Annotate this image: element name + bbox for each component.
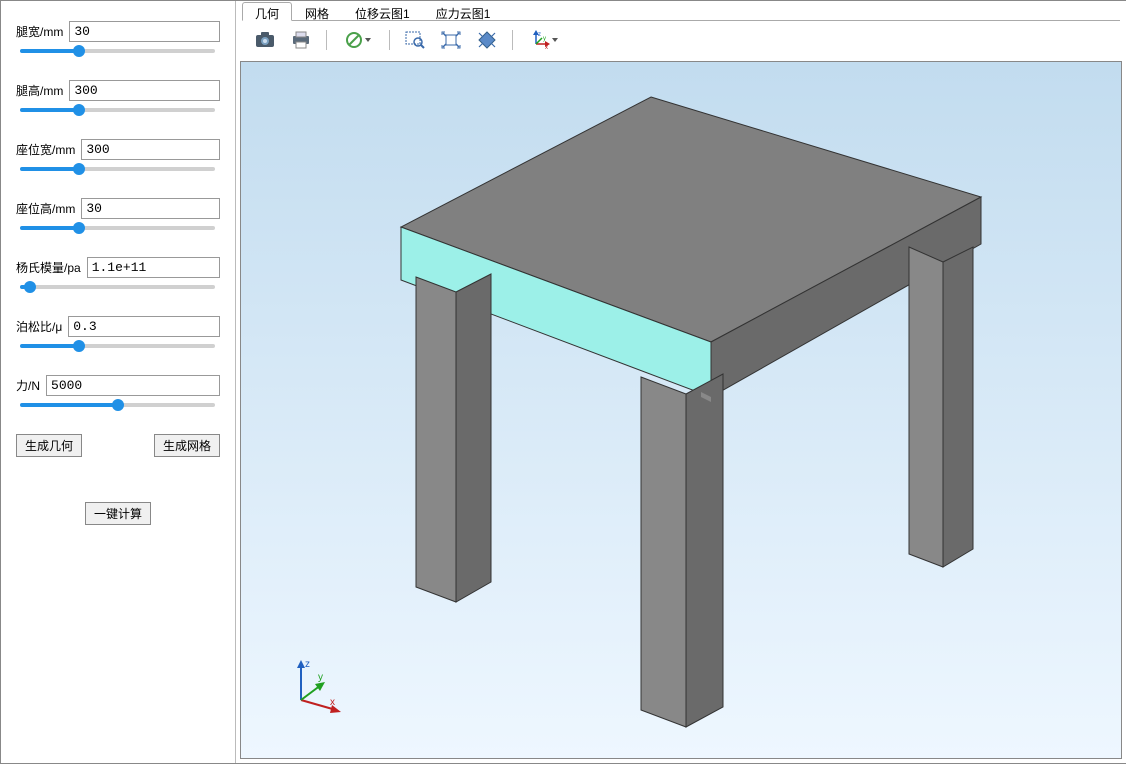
young-modulus-slider[interactable] (20, 280, 215, 294)
tab-geometry[interactable]: 几何 (242, 2, 292, 21)
seat-height-slider[interactable] (20, 221, 215, 235)
leg-height-slider[interactable] (20, 103, 215, 117)
zoom-select-icon[interactable] (472, 27, 502, 53)
tab-bar: 几何 网格 位移云图1 应力云图1 (242, 1, 1120, 21)
young-modulus-label: 杨氏模量/pa (16, 259, 81, 276)
seat-width-input[interactable] (81, 139, 220, 160)
generate-geometry-button[interactable]: 生成几何 (16, 434, 82, 457)
leg-height-label: 腿高/mm (16, 82, 63, 99)
viewport-3d[interactable]: z x y (240, 61, 1122, 759)
tab-displacement[interactable]: 位移云图1 (342, 2, 423, 21)
compute-button[interactable]: 一键计算 (85, 502, 151, 525)
leg-width-slider[interactable] (20, 44, 215, 58)
young-modulus-input[interactable] (87, 257, 220, 278)
toolbar: zyx (242, 23, 1120, 57)
leg-width-label: 腿宽/mm (16, 23, 63, 40)
poisson-ratio-label: 泊松比/μ (16, 318, 62, 335)
seat-width-slider[interactable] (20, 162, 215, 176)
axis-z-label: z (305, 659, 310, 670)
axis-x-label: x (330, 697, 335, 708)
chevron-down-icon (552, 38, 558, 42)
tab-mesh[interactable]: 网格 (292, 2, 342, 21)
zoom-extent-icon[interactable] (436, 27, 466, 53)
leg-width-input[interactable] (69, 21, 220, 42)
axes-indicator: z x y (286, 655, 346, 718)
leg-height-input[interactable] (69, 80, 220, 101)
screenshot-icon[interactable] (250, 27, 280, 53)
svg-text:y: y (543, 36, 546, 42)
svg-text:x: x (545, 45, 548, 50)
seat-height-input[interactable] (81, 198, 220, 219)
tab-stress[interactable]: 应力云图1 (423, 2, 504, 21)
generate-mesh-button[interactable]: 生成网格 (154, 434, 220, 457)
seat-height-label: 座位高/mm (16, 200, 75, 217)
print-icon[interactable] (286, 27, 316, 53)
geometry-model (241, 62, 1121, 752)
poisson-ratio-slider[interactable] (20, 339, 215, 353)
axis-y-label: y (318, 672, 323, 683)
svg-text:z: z (538, 32, 541, 38)
chevron-down-icon (365, 38, 371, 42)
parameter-sidebar: 腿宽/mm 腿高/mm 座位宽/mm 座位高/mm 杨氏模量/pa 泊松比/μ … (1, 1, 236, 763)
disable-icon[interactable] (337, 27, 379, 53)
seat-width-label: 座位宽/mm (16, 141, 75, 158)
axes-icon[interactable]: zyx (523, 27, 565, 53)
zoom-window-icon[interactable] (400, 27, 430, 53)
force-slider[interactable] (20, 398, 215, 412)
main-panel: 几何 网格 位移云图1 应力云图1 zyx (236, 1, 1126, 763)
force-label: 力/N (16, 377, 40, 394)
force-input[interactable] (46, 375, 220, 396)
poisson-ratio-input[interactable] (68, 316, 220, 337)
